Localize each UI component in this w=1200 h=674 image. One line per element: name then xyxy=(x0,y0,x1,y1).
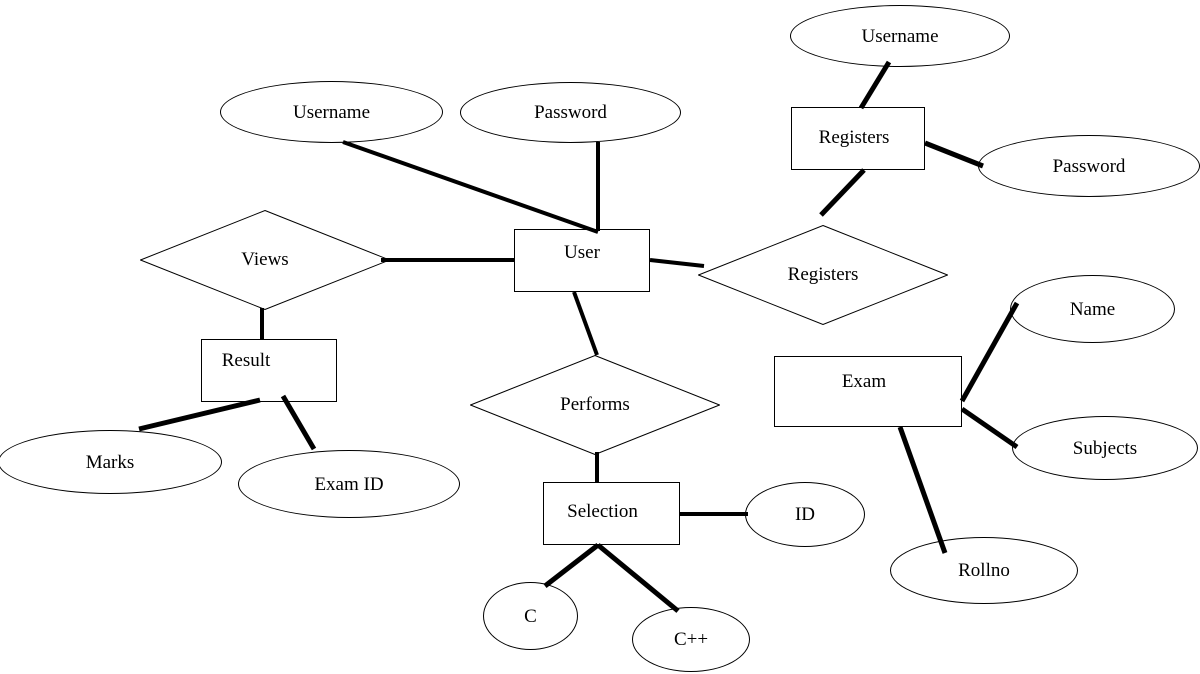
relationship-label: Registers xyxy=(787,264,859,285)
er-diagram-canvas: User Result Selection Registers Exam Views Per… xyxy=(0,0,1200,674)
relationship-label: Views xyxy=(241,249,289,270)
attribute-label: Password xyxy=(1052,155,1126,177)
entity-label: Selection xyxy=(567,501,638,522)
attribute-username_left[interactable]: Username xyxy=(220,81,443,143)
edge-exam-rollno xyxy=(897,426,948,554)
entity-user[interactable]: User xyxy=(514,229,650,292)
attribute-label: Marks xyxy=(85,451,135,473)
attribute-label: Name xyxy=(1069,298,1116,320)
attribute-id[interactable]: ID xyxy=(745,482,865,547)
attribute-exam_id[interactable]: Exam ID xyxy=(238,450,460,518)
edge-exam-name xyxy=(959,301,1020,403)
entity-label: Registers xyxy=(818,127,890,148)
entity-label: User xyxy=(564,242,600,263)
edge-user-registers-rel xyxy=(649,258,705,268)
attribute-password_left[interactable]: Password xyxy=(460,82,681,143)
attribute-username_right[interactable]: Username xyxy=(790,5,1010,67)
edge-reg-entity-rel xyxy=(819,168,866,217)
attribute-password_right[interactable]: Password xyxy=(978,135,1200,197)
attribute-c[interactable]: C xyxy=(483,582,578,650)
attribute-label: Exam ID xyxy=(314,473,384,495)
attribute-label: Subjects xyxy=(1072,437,1138,459)
edge-exam-subjects xyxy=(960,406,1019,450)
attribute-rollno[interactable]: Rollno xyxy=(890,537,1078,604)
edge-result-marks xyxy=(138,397,261,432)
edge-selection-cpp xyxy=(596,543,680,613)
entity-exam[interactable]: Exam xyxy=(774,356,962,427)
entity-result[interactable]: Result xyxy=(201,339,337,402)
entity-selection[interactable]: Selection xyxy=(543,482,680,545)
attribute-label: Rollno xyxy=(958,560,1010,581)
attribute-label: ID xyxy=(794,504,816,525)
attribute-subjects[interactable]: Subjects xyxy=(1012,416,1198,480)
attribute-label: Username xyxy=(861,25,939,47)
edge-result-examid xyxy=(280,394,317,451)
relationship-views[interactable]: Views xyxy=(140,210,390,310)
attribute-label: C xyxy=(524,605,537,627)
attribute-label: C++ xyxy=(673,629,709,650)
edge-username-right-reg xyxy=(858,60,892,110)
relationship-label: Performs xyxy=(560,394,630,415)
edge-selection-c xyxy=(543,543,600,588)
entity-label: Result xyxy=(221,350,271,371)
entity-registers_e[interactable]: Registers xyxy=(791,107,925,170)
attribute-name[interactable]: Name xyxy=(1010,275,1175,343)
entity-label: Exam xyxy=(841,371,887,392)
edge-reg-password-right xyxy=(924,140,984,169)
edge-user-performs xyxy=(572,291,599,356)
attribute-label: Username xyxy=(292,101,371,123)
attribute-marks[interactable]: Marks xyxy=(0,430,222,494)
relationship-performs[interactable]: Performs xyxy=(470,355,720,455)
attribute-label: Password xyxy=(534,102,607,123)
attribute-cpp[interactable]: C++ xyxy=(632,607,750,672)
relationship-registers_r[interactable]: Registers xyxy=(698,225,948,325)
